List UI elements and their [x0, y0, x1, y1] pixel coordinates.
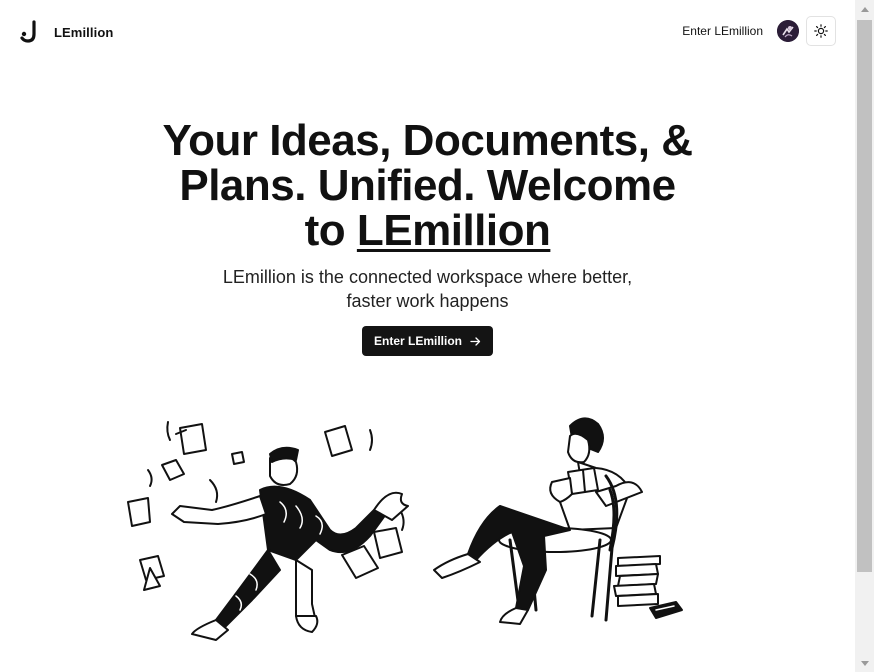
- j-logo-icon: [20, 20, 36, 43]
- user-avatar[interactable]: [777, 20, 799, 42]
- theme-toggle-button[interactable]: [806, 16, 836, 46]
- sun-icon: [814, 24, 828, 38]
- hero-title-to: to: [304, 206, 357, 255]
- nav-actions: Enter LEmillion: [682, 16, 836, 46]
- cta-label: Enter LEmillion: [373, 334, 462, 348]
- hero-title-brand: LEmillion: [356, 206, 551, 255]
- scrollbar-thumb[interactable]: [857, 20, 872, 572]
- scroll-up-arrow-icon[interactable]: [855, 0, 874, 17]
- hero-title-line-1: Your Ideas, Documents, &: [162, 116, 693, 165]
- hero-title-line-2: Plans. Unified. Welcome: [179, 161, 676, 210]
- page: LEmillion Enter LEmillion Your Ideas, Do…: [0, 0, 855, 672]
- hero-subtitle: LEmillion is the connected workspace whe…: [222, 267, 633, 311]
- person-reading-on-chair-illustration: [433, 417, 683, 625]
- scroll-down-arrow-icon[interactable]: [855, 655, 874, 672]
- vertical-scrollbar[interactable]: [855, 0, 874, 672]
- enter-link[interactable]: Enter LEmillion: [682, 24, 763, 38]
- navbar: LEmillion Enter LEmillion: [0, 0, 855, 64]
- hero-title: Your Ideas, Documents, & Plans. Unified.…: [128, 118, 728, 253]
- avatar-image-icon: [777, 20, 799, 42]
- brand[interactable]: LEmillion: [20, 20, 113, 44]
- brand-name: LEmillion: [54, 24, 114, 40]
- person-juggling-papers-illustration: [127, 421, 409, 641]
- enter-cta-button[interactable]: Enter LEmillion: [361, 326, 493, 356]
- hero-section: Your Ideas, Documents, & Plans. Unified.…: [0, 118, 855, 356]
- arrow-right-icon: [470, 336, 481, 346]
